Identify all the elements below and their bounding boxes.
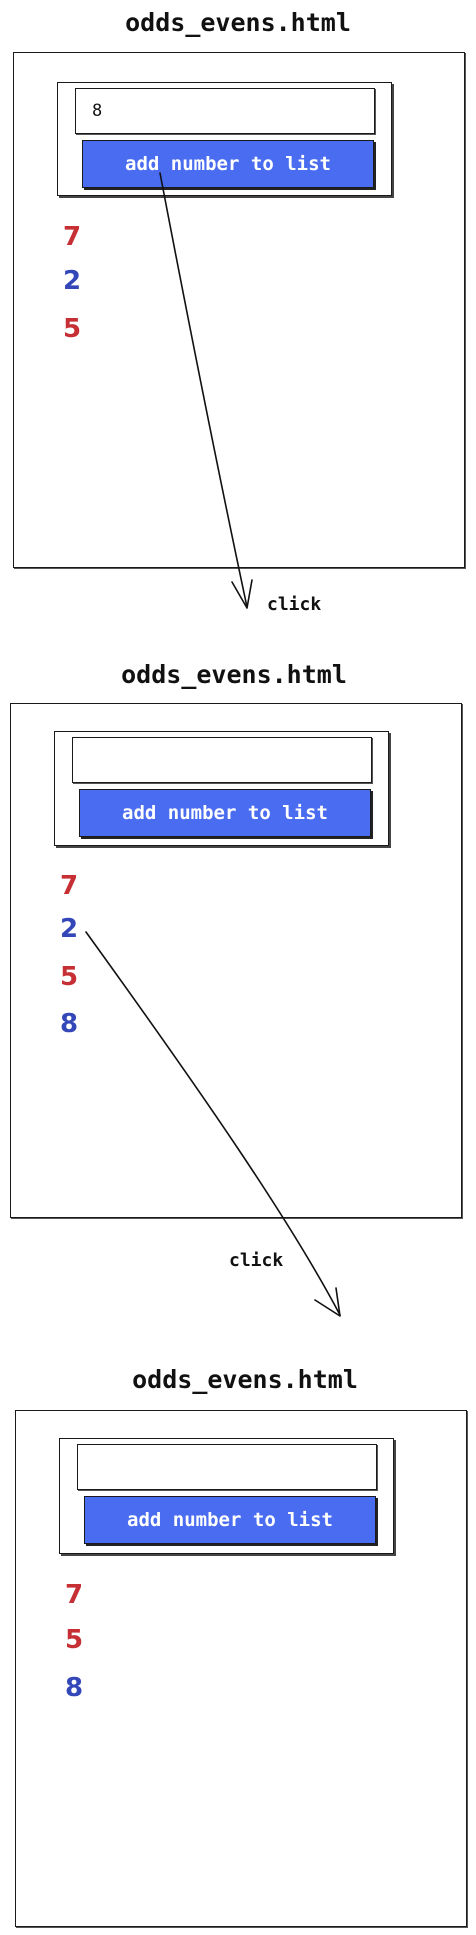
click-label-1: click (267, 594, 322, 615)
frame-2-browser-window: add number to list 7 2 5 8 (10, 703, 462, 1218)
frame-3-list-item: 5 (65, 1625, 84, 1655)
frame-3-list-item: 7 (65, 1580, 84, 1610)
frame-1-browser-window: 8 add number to list 7 2 5 (13, 52, 465, 568)
frame-1-list-item: 7 (63, 222, 82, 252)
frame-1-form-box: 8 add number to list (57, 82, 392, 196)
arrow-2-head (314, 1287, 341, 1317)
frame-1-add-number-button[interactable]: add number to list (82, 140, 374, 188)
frame-2-list-item: 2 (60, 914, 79, 944)
frame-1-number-input[interactable]: 8 (75, 88, 375, 134)
frame-3-form-box: add number to list (59, 1438, 394, 1554)
frame-2-title: odds_evens.html (121, 660, 347, 689)
frame-2-number-input[interactable] (72, 737, 372, 783)
frame-3-number-input[interactable] (77, 1444, 377, 1490)
frame-1-list-item: 2 (63, 266, 82, 296)
frame-2-form-box: add number to list (54, 731, 389, 846)
frame-3-list-item: 8 (65, 1673, 84, 1703)
frame-2-list-item: 5 (60, 962, 79, 992)
frame-3-browser-window: add number to list 7 5 8 (15, 1410, 467, 1927)
frame-1-list-item: 5 (63, 314, 82, 344)
frame-1-title: odds_evens.html (125, 8, 351, 37)
frame-2-add-number-button[interactable]: add number to list (79, 789, 371, 837)
frame-3-add-number-button[interactable]: add number to list (84, 1496, 376, 1544)
click-label-2: click (229, 1250, 284, 1271)
frame-2-list-item: 7 (60, 871, 79, 901)
frame-3-title: odds_evens.html (132, 1365, 358, 1394)
frame-2-list-item: 8 (60, 1009, 79, 1039)
arrow-1-head (231, 579, 253, 609)
